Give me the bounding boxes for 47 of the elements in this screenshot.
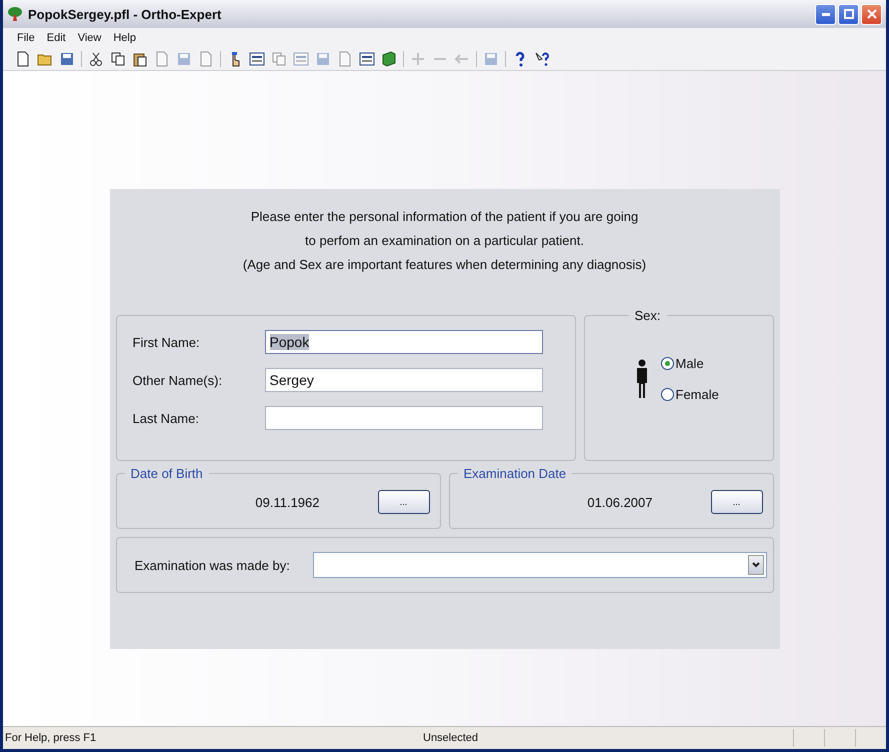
save-icon[interactable] bbox=[59, 51, 75, 67]
paste-icon[interactable] bbox=[132, 51, 148, 67]
form-icon[interactable] bbox=[249, 51, 265, 67]
new-document-icon[interactable] bbox=[15, 51, 31, 67]
group-title: Examination Date bbox=[458, 466, 572, 481]
toolbar-icon[interactable] bbox=[271, 51, 287, 67]
examiner-dropdown[interactable] bbox=[312, 552, 766, 578]
status-text: For Help, press F1 bbox=[4, 732, 98, 744]
text-field[interactable]: Sergey bbox=[264, 368, 542, 392]
date-picker-button[interactable]: ... bbox=[710, 490, 762, 514]
menu-item[interactable]: Help bbox=[113, 32, 136, 44]
menu-item[interactable]: Edit bbox=[46, 32, 66, 44]
close-button[interactable] bbox=[861, 4, 882, 24]
field-label: First Name: bbox=[132, 334, 201, 350]
menu-item[interactable]: File bbox=[17, 32, 35, 44]
copy-icon[interactable] bbox=[110, 51, 126, 67]
maximize-button[interactable] bbox=[838, 4, 859, 24]
radio-button[interactable]: Male bbox=[660, 356, 719, 371]
field-label: Examination was made by: bbox=[134, 558, 291, 572]
group-title: Sex: bbox=[628, 308, 667, 323]
group-title: Date of Birth bbox=[124, 466, 209, 481]
context-help-icon[interactable] bbox=[534, 51, 550, 67]
minimize-icon bbox=[822, 12, 830, 16]
date-value: 01.06.2007 bbox=[587, 494, 652, 510]
minimize-button[interactable] bbox=[815, 4, 836, 24]
field-label: Last Name: bbox=[132, 410, 200, 426]
toolbar-icon[interactable] bbox=[337, 51, 353, 67]
toolbar-icon[interactable] bbox=[198, 51, 214, 67]
close-icon bbox=[866, 9, 876, 19]
text-field[interactable] bbox=[264, 406, 542, 430]
maximize-icon bbox=[844, 9, 854, 19]
radio-button[interactable]: Female bbox=[660, 387, 719, 402]
instruction-text: (Age and Sex are important features when determining any diagnosis) bbox=[242, 256, 648, 274]
toolbar-icon[interactable] bbox=[293, 51, 309, 67]
window-title: PopokSergey.pfl - Ortho-Expert bbox=[28, 6, 222, 22]
person-icon bbox=[634, 359, 648, 399]
cut-icon[interactable] bbox=[88, 51, 104, 67]
field-label: Other Name(s): bbox=[132, 372, 224, 388]
status-text: Unselected bbox=[423, 732, 480, 744]
toolbar-icon[interactable] bbox=[154, 51, 170, 67]
text-field[interactable]: Popok bbox=[264, 330, 542, 354]
instruction-text: Please enter the personal information of the patient if you are going bbox=[250, 208, 640, 226]
menu-item[interactable]: View bbox=[78, 32, 102, 44]
date-picker-button[interactable]: ... bbox=[378, 490, 430, 514]
instruction-text: to perfom an examination on a particular patient. bbox=[304, 232, 585, 250]
chevron-down-icon bbox=[752, 562, 760, 568]
date-value: 09.11.1962 bbox=[255, 494, 320, 510]
